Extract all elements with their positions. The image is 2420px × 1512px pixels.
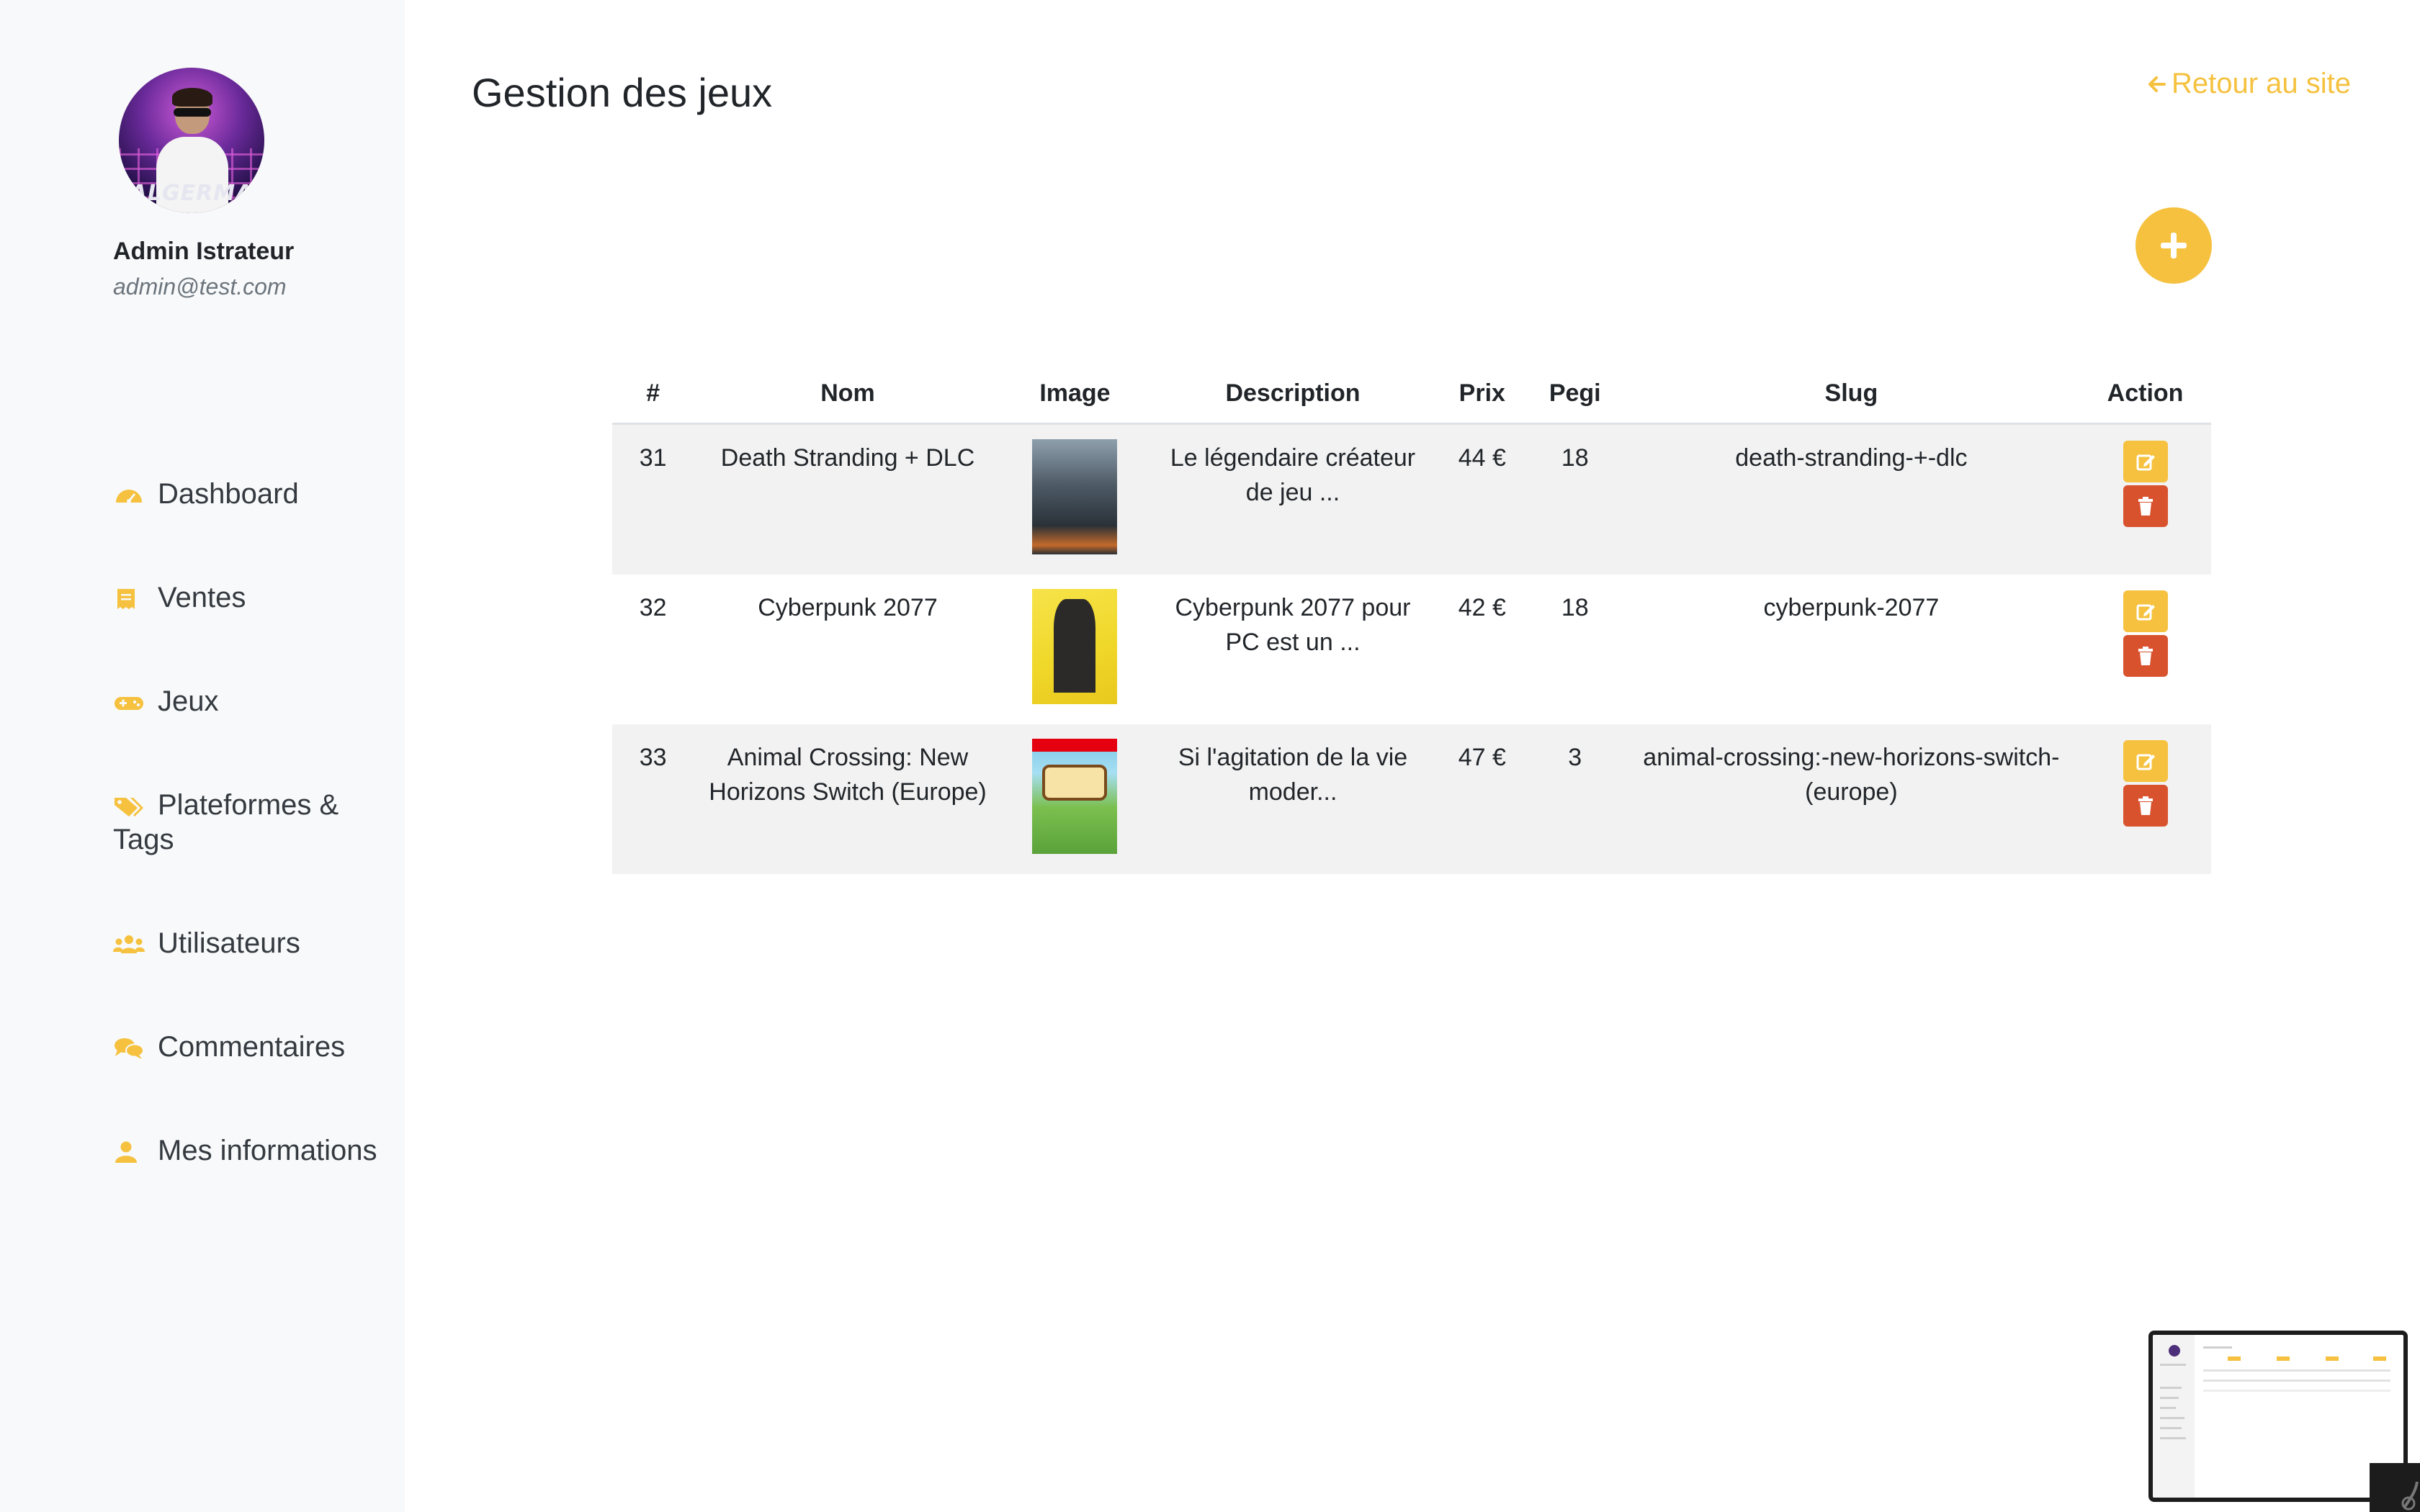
receipt-icon	[113, 588, 145, 611]
column-header-action: Action	[2079, 364, 2211, 425]
user-name: Admin Istrateur	[113, 238, 295, 265]
tags-icon	[113, 795, 145, 818]
cell-name: Cyberpunk 2077	[758, 594, 938, 621]
game-cover-image	[1032, 589, 1118, 704]
cell-pegi: 18	[1561, 444, 1589, 472]
cell-id: 33	[639, 744, 667, 771]
sidebar-item-label: Jeux	[158, 685, 219, 717]
cell-description: Le légendaire créateur de jeu ...	[1170, 444, 1416, 506]
game-cover-image	[1032, 439, 1118, 554]
cell-price: 44 €	[1458, 444, 1506, 472]
cell-pegi: 3	[1568, 744, 1582, 771]
games-table: # Nom Image Description Prix Pegi Slug A…	[612, 364, 2211, 874]
sidebar-item-dashboard[interactable]: Dashboard	[113, 477, 387, 511]
users-icon	[113, 933, 145, 956]
cell-name: Death Stranding + DLC	[720, 444, 975, 472]
table-row: 33 Animal Crossing: New Horizons Switch …	[612, 724, 2211, 874]
column-header-image: Image	[1001, 364, 1149, 425]
delete-button[interactable]	[2123, 485, 2168, 527]
cell-price: 47 €	[1458, 744, 1506, 771]
table-row: 32 Cyberpunk 2077 Cyberpunk 2077 pour PC…	[612, 575, 2211, 724]
game-cover-image	[1032, 739, 1118, 854]
window-preview-thumbnail[interactable]	[2148, 1331, 2408, 1502]
column-header-description: Description	[1148, 364, 1438, 425]
sidebar-item-label: Ventes	[158, 582, 246, 613]
cell-id: 31	[639, 444, 667, 472]
column-header-nom: Nom	[694, 364, 1002, 425]
sidebar-item-label: Commentaires	[158, 1031, 346, 1063]
cell-description: Si l'agitation de la vie moder...	[1178, 744, 1408, 806]
trash-icon	[2138, 647, 2153, 665]
table-row: 31 Death Stranding + DLC Le légendaire c…	[612, 423, 2211, 575]
sidebar-item-mes-informations[interactable]: Mes informations	[113, 1133, 387, 1168]
delete-button[interactable]	[2123, 635, 2168, 677]
sidebar-item-jeux[interactable]: Jeux	[113, 684, 387, 719]
cell-pegi: 18	[1561, 594, 1589, 621]
back-link-label: Retour au site	[2171, 68, 2351, 99]
arrow-left-icon	[2146, 68, 2167, 100]
gamepad-icon	[113, 691, 145, 714]
comments-icon	[113, 1037, 145, 1060]
dashboard-gauge-icon	[113, 484, 145, 507]
delete-button[interactable]	[2123, 785, 2168, 827]
sidebar: ALGERMA Admin Istrateur admin@test.com D…	[0, 0, 405, 1512]
sidebar-item-plateformes-tags[interactable]: Plateformes & Tags	[113, 788, 387, 857]
edit-icon	[2136, 754, 2155, 770]
avatar-logo-text: ALGERMA	[130, 181, 254, 206]
page-title: Gestion des jeux	[472, 70, 773, 115]
cell-slug: cyberpunk-2077	[1763, 594, 1940, 621]
window-control-icon[interactable]	[2370, 1463, 2420, 1512]
user-email: admin@test.com	[113, 274, 287, 300]
edit-icon	[2136, 454, 2155, 471]
trash-icon	[2138, 796, 2153, 815]
sidebar-item-label: Mes informations	[158, 1135, 377, 1166]
cell-name: Animal Crossing: New Horizons Switch (Eu…	[709, 744, 987, 806]
add-game-button[interactable]	[2136, 207, 2212, 284]
column-header-slug: Slug	[1623, 364, 2080, 425]
column-header-pegi: Pegi	[1526, 364, 1623, 425]
trash-icon	[2138, 497, 2153, 516]
sidebar-item-utilisateurs[interactable]: Utilisateurs	[113, 926, 387, 960]
cell-id: 32	[639, 594, 667, 621]
plus-icon	[2161, 233, 2187, 258]
edit-button[interactable]	[2123, 740, 2168, 782]
cell-description: Cyberpunk 2077 pour PC est un ...	[1175, 594, 1411, 656]
sidebar-item-label: Plateformes & Tags	[113, 789, 339, 855]
sidebar-item-ventes[interactable]: Ventes	[113, 580, 387, 615]
column-header-prix: Prix	[1437, 364, 1527, 425]
table-header-row: # Nom Image Description Prix Pegi Slug A…	[612, 364, 2211, 425]
cell-slug: animal-crossing:-new-horizons-switch-(eu…	[1643, 744, 2060, 806]
sidebar-item-label: Dashboard	[158, 478, 299, 510]
back-to-site-link[interactable]: Retour au site	[2146, 68, 2351, 100]
sidebar-item-label: Utilisateurs	[158, 927, 300, 959]
edit-button[interactable]	[2123, 441, 2168, 482]
column-header-id: #	[612, 364, 694, 425]
edit-button[interactable]	[2123, 590, 2168, 632]
user-icon	[113, 1140, 145, 1164]
edit-icon	[2136, 604, 2155, 621]
avatar: ALGERMA	[119, 68, 264, 213]
cell-slug: death-stranding-+-dlc	[1735, 444, 1968, 472]
sidebar-item-commentaires[interactable]: Commentaires	[113, 1030, 387, 1064]
cell-price: 42 €	[1458, 594, 1506, 621]
